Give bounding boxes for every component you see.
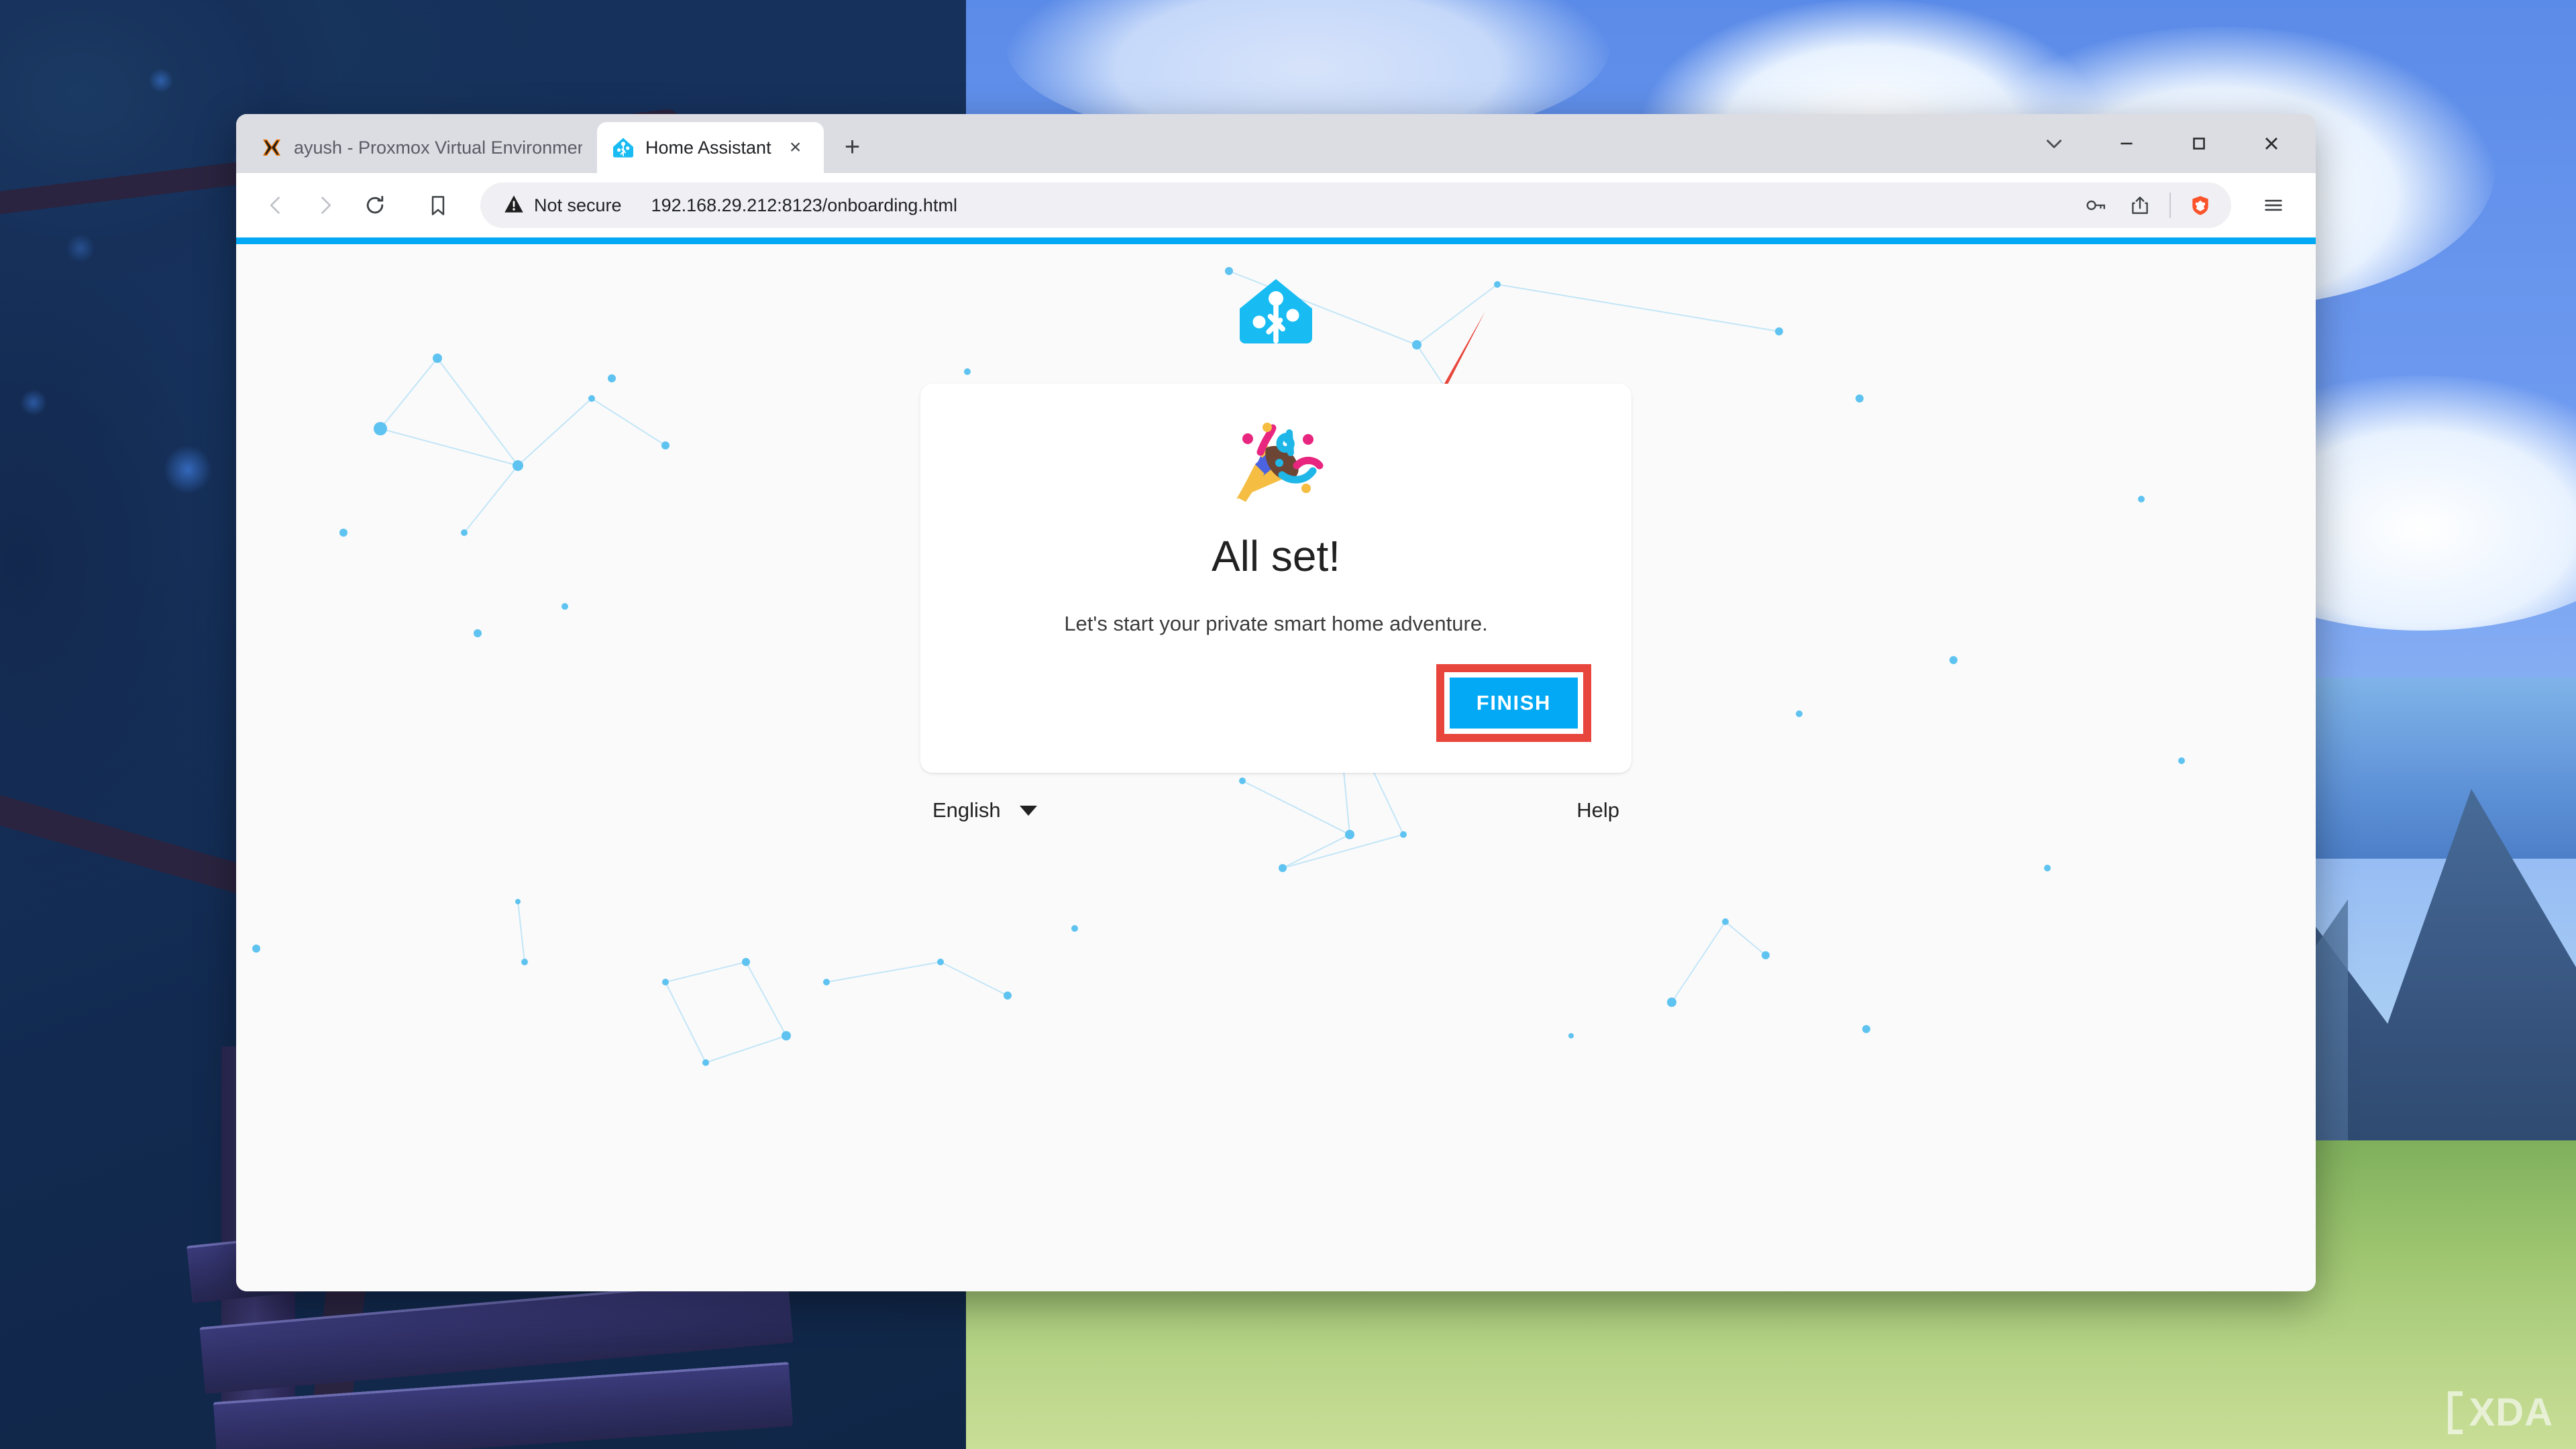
page-viewport: All set! Let's start your private smart … [236,244,2316,1291]
page-title: All set! [1211,532,1341,580]
proxmox-icon [260,136,283,159]
onboarding-subtitle: Let's start your private smart home adve… [1064,612,1488,635]
url-text[interactable]: 192.168.29.212:8123/onboarding.html [651,195,2076,216]
party-popper-icon [1236,423,1324,502]
warning-triangle-icon [503,193,525,218]
tab-search-button[interactable] [2018,114,2090,173]
address-bar[interactable]: Not secure 192.168.29.212:8123/onboardin… [480,182,2231,228]
home-assistant-logo [1240,279,1312,343]
tab-close-button[interactable]: × [782,134,809,161]
omnibox-divider [2169,193,2171,218]
browser-menu-button[interactable] [2251,183,2296,227]
annotation-highlight-box: FINISH [1436,664,1591,742]
finish-row: FINISH [961,664,1591,742]
watermark-text: XDA [2469,1391,2553,1434]
desktop-wallpaper: XDA ayush - Proxmox Virtual Environmen H… [0,0,2576,1449]
tab-home-assistant[interactable]: Home Assistant × [597,122,824,173]
xda-watermark: XDA [2447,1391,2553,1434]
tab-title: Home Assistant [645,137,771,158]
chevron-down-icon [1019,805,1037,816]
bookmark-button[interactable] [416,183,460,227]
back-button[interactable] [252,182,299,229]
browser-window: ayush - Proxmox Virtual Environmen Home … [236,114,2316,1291]
close-button[interactable] [2235,114,2308,173]
finish-button[interactable]: FINISH [1449,678,1578,729]
home-assistant-icon [612,136,635,159]
brave-shield-icon[interactable] [2180,185,2220,225]
language-selector[interactable]: English [932,798,1037,822]
maximize-button[interactable] [2163,114,2235,173]
not-secure-badge[interactable]: Not secure [503,193,622,218]
minimize-button[interactable] [2090,114,2163,173]
forward-button[interactable] [302,182,349,229]
onboarding-footer: English Help [920,798,1631,822]
home-assistant-onboarding: All set! Let's start your private smart … [236,244,2316,1291]
reload-button[interactable] [352,182,398,229]
onboarding-card: All set! Let's start your private smart … [920,384,1631,773]
help-link[interactable]: Help [1576,798,1619,822]
language-label: English [932,798,1001,822]
share-icon[interactable] [2120,185,2160,225]
omnibox-actions [2076,185,2224,225]
page-loading-bar [236,237,2316,244]
tab-title: ayush - Proxmox Virtual Environmen [294,137,582,158]
tab-strip: ayush - Proxmox Virtual Environmen Home … [236,114,2316,173]
security-status-label: Not secure [534,195,622,215]
browser-toolbar: Not secure 192.168.29.212:8123/onboardin… [236,173,2316,237]
password-key-icon[interactable] [2076,185,2116,225]
new-tab-button[interactable]: + [833,127,872,166]
window-controls [2018,114,2308,173]
tab-proxmox[interactable]: ayush - Proxmox Virtual Environmen [246,122,597,173]
watermark-bracket-left [2447,1391,2463,1434]
